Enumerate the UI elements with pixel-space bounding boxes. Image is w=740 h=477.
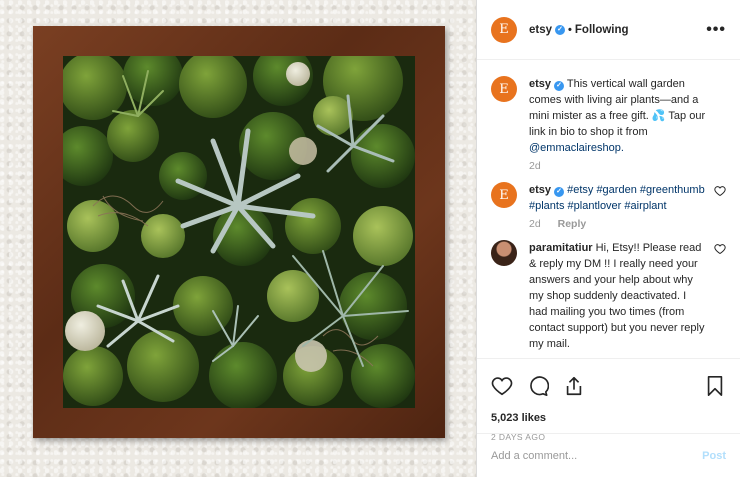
caption-comment: E etsy ✓ This vertical wall garden comes … [491,76,726,156]
comment-username[interactable]: etsy [529,184,551,196]
user-comment: paramitatiur Hi, Etsy!! Please read & re… [491,240,726,352]
heart-icon[interactable] [491,375,513,397]
comment-username[interactable]: etsy [529,78,551,90]
avatar[interactable] [491,240,517,266]
share-icon[interactable] [563,375,585,397]
caption-meta: 2d [529,160,726,172]
moss-garden-illustration [63,56,415,408]
post-author-username[interactable]: etsy [529,24,552,36]
mention-link[interactable]: @emmaclaireshop. [529,142,624,154]
action-bar [477,358,740,412]
comment-time[interactable]: 2d [529,218,541,230]
wooden-frame [33,26,445,438]
comment-time[interactable]: 2d [529,160,541,172]
post-photo[interactable] [0,0,477,477]
comment-text: Hi, Etsy!! Please read & reply my DM !! … [529,242,705,350]
add-comment-bar: Post [477,433,740,477]
verified-badge-icon: ✓ [555,24,566,35]
moss-wall-garden [63,56,415,408]
heart-icon[interactable] [714,185,726,197]
following-button[interactable]: Following [575,24,629,36]
etsy-avatar[interactable]: E [491,16,517,43]
comment-body: etsy ✓ #etsy #garden #greenthumb #plants … [529,182,707,214]
comment-icon[interactable] [527,375,549,397]
caption-body: etsy ✓ This vertical wall garden comes wi… [529,76,707,156]
heart-icon[interactable] [714,243,726,255]
separator-dot: • [568,23,572,36]
more-options-icon[interactable]: ••• [706,21,726,39]
comment-body: paramitatiur Hi, Etsy!! Please read & re… [529,240,707,352]
comment-input[interactable] [491,449,703,462]
reply-button[interactable]: Reply [558,218,587,230]
likes-count[interactable]: 5,023 likes [477,412,740,428]
post-button[interactable]: Post [702,450,726,462]
verified-badge-icon: ✓ [554,187,565,197]
comment-username[interactable]: paramitatiur [529,242,593,254]
etsy-avatar[interactable]: E [491,76,517,102]
post-sidebar: E etsy ✓ • Following ••• E etsy ✓ This ve… [477,0,740,477]
etsy-avatar[interactable]: E [491,182,517,208]
hashtag-comment: E etsy ✓ #etsy #garden #greenthumb #plant… [491,182,726,214]
comments-list[interactable]: E etsy ✓ This vertical wall garden comes … [477,60,740,358]
post-header: E etsy ✓ • Following ••• [477,0,740,60]
bookmark-icon[interactable] [704,375,726,397]
verified-badge-icon: ✓ [554,81,565,91]
comment-meta: 2d Reply [529,218,726,230]
